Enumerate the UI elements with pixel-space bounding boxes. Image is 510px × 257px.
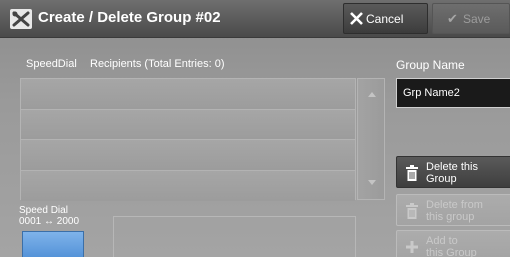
add-label-1: Add to — [426, 235, 458, 247]
list-item[interactable] — [21, 109, 355, 140]
save-label: Save — [463, 12, 491, 26]
save-button[interactable]: ✔ Save — [432, 3, 510, 34]
recipients-list — [20, 78, 356, 201]
speed-dial-panel — [113, 216, 356, 257]
trash-icon — [406, 165, 418, 181]
speed-dial-range: 0001 ↔ 2000 — [19, 216, 80, 227]
group-name-field[interactable]: Grp Name2 — [396, 78, 510, 108]
list-item[interactable] — [21, 170, 355, 201]
scroll-down-icon[interactable] — [368, 180, 376, 185]
delete-from-group-button[interactable]: Delete from this group — [396, 194, 510, 226]
list-scrollbar[interactable] — [357, 78, 385, 200]
page-title: Create / Delete Group #02 — [38, 9, 221, 26]
list-item[interactable] — [21, 140, 355, 171]
delete-group-button[interactable]: Delete this Group — [396, 156, 510, 188]
scroll-up-icon[interactable] — [368, 92, 376, 97]
delete-from-label-1: Delete from — [426, 199, 483, 211]
title-bar: Create / Delete Group #02 Cancel ✔ Save — [0, 0, 510, 38]
delete-group-label-2: Group — [426, 173, 457, 185]
trash-icon — [406, 203, 418, 219]
cancel-label: Cancel — [366, 12, 404, 26]
speeddial-column-header: SpeedDial — [26, 58, 77, 70]
speed-dial-label: Speed Dial 0001 ↔ 2000 — [19, 205, 79, 227]
delete-group-label-1: Delete this — [426, 161, 478, 173]
close-icon — [350, 12, 363, 25]
add-to-group-button[interactable]: Add to this Group — [396, 230, 510, 257]
recipients-column-header: Recipients (Total Entries: 0) — [90, 58, 225, 70]
speed-dial-label-1: Speed Dial — [19, 205, 68, 216]
group-name-label: Group Name — [396, 58, 465, 72]
speed-dial-input-button[interactable] — [22, 231, 84, 257]
tools-icon — [10, 9, 32, 29]
plus-icon — [406, 241, 418, 253]
add-label-2: this Group — [426, 247, 477, 257]
list-item[interactable] — [21, 79, 355, 110]
checkmark-icon: ✔ — [447, 11, 458, 26]
cancel-button[interactable]: Cancel — [343, 3, 428, 34]
delete-from-label-2: this group — [426, 211, 475, 223]
